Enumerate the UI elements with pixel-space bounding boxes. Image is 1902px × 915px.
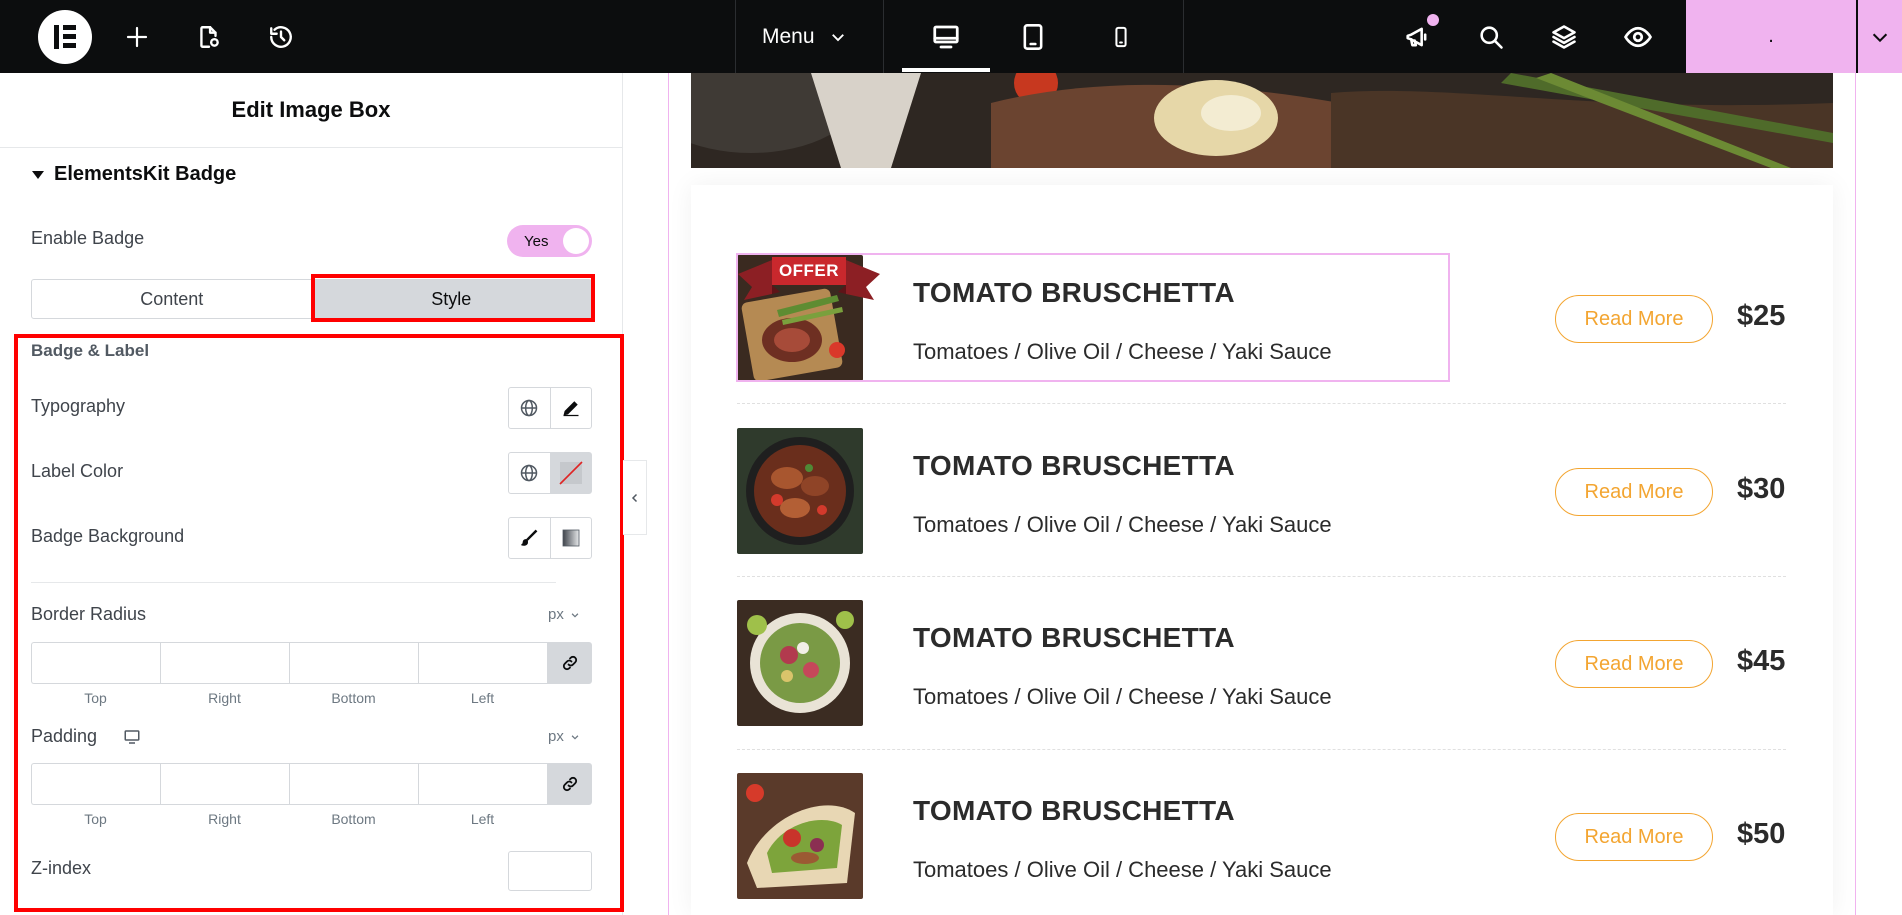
list-item: TOMATO BRUSCHETTA Tomatoes / Olive Oil /… (737, 773, 1786, 900)
read-more-button[interactable]: Read More (1555, 640, 1713, 688)
enable-badge-label: Enable Badge (31, 228, 145, 248)
tablet-icon[interactable] (1014, 18, 1052, 56)
menu-label: Menu (762, 24, 815, 48)
offer-badge-label: OFFER (778, 261, 840, 280)
caret-down-icon (32, 170, 44, 179)
publish-options-button[interactable] (1857, 0, 1902, 73)
dish-price: $30 (1737, 473, 1786, 505)
eye-icon[interactable] (1619, 18, 1657, 56)
chevron-down-icon (1872, 33, 1888, 42)
section-guide-right (1855, 73, 1856, 915)
section-header-elementskit-badge[interactable]: ElementsKit Badge (32, 163, 236, 186)
highlight-style-tab (311, 274, 595, 322)
collapse-panel-button[interactable] (623, 460, 647, 535)
active-device-indicator (902, 68, 990, 72)
list-item: TOMATO BRUSCHETTA Tomatoes / Olive Oil /… (737, 428, 1786, 555)
page-settings-icon[interactable] (190, 18, 228, 56)
read-more-button[interactable]: Read More (1555, 468, 1713, 516)
mobile-icon[interactable] (1102, 18, 1140, 56)
dish-description: Tomatoes / Olive Oil / Cheese / Yaki Sau… (913, 857, 1332, 882)
publish-button[interactable]: . (1686, 0, 1856, 73)
divider (883, 0, 884, 73)
dish-description: Tomatoes / Olive Oil / Cheese / Yaki Sau… (913, 684, 1332, 709)
dish-image (737, 600, 863, 726)
dish-image (737, 428, 863, 554)
dish-price: $50 (1737, 818, 1786, 850)
chevron-left-icon (631, 493, 637, 502)
list-item: TOMATO BRUSCHETTA Tomatoes / Olive Oil /… (737, 600, 1786, 727)
dish-price: $25 (1737, 300, 1786, 332)
highlight-style-controls (14, 334, 624, 912)
tab-content[interactable]: Content (32, 280, 312, 318)
section-guide-left (668, 73, 669, 915)
divider (737, 749, 1786, 750)
dish-image (737, 773, 863, 899)
dish-name: TOMATO BRUSCHETTA (913, 795, 1235, 826)
hero-food-image (691, 73, 1833, 168)
read-more-button[interactable]: Read More (1555, 295, 1713, 343)
dish-name: TOMATO BRUSCHETTA (913, 450, 1235, 481)
divider (737, 576, 1786, 577)
dish-name: TOMATO BRUSCHETTA (913, 622, 1235, 653)
history-icon[interactable] (262, 18, 300, 56)
elementor-logo-icon[interactable] (38, 10, 92, 64)
section-title: ElementsKit Badge (54, 163, 237, 185)
toggle-label: Yes (524, 232, 549, 250)
dish-description: Tomatoes / Olive Oil / Cheese / Yaki Sau… (913, 512, 1332, 537)
divider (1183, 0, 1184, 73)
desktop-icon[interactable] (927, 18, 965, 56)
divider (735, 0, 736, 73)
divider (737, 403, 1786, 404)
search-icon[interactable] (1472, 18, 1510, 56)
toggle-knob (563, 228, 589, 254)
panel-title: Edit Image Box (0, 73, 622, 148)
publish-label: . (1768, 25, 1774, 47)
top-bar: Menu . (0, 0, 1902, 73)
enable-badge-toggle[interactable]: Yes (507, 225, 592, 257)
plus-icon[interactable] (118, 18, 156, 56)
notification-dot (1427, 14, 1439, 26)
layers-icon[interactable] (1545, 18, 1583, 56)
page-menu-dropdown[interactable]: Menu (762, 0, 847, 73)
dish-price: $45 (1737, 645, 1786, 677)
read-more-button[interactable]: Read More (1555, 813, 1713, 861)
chevron-down-icon (831, 33, 844, 41)
